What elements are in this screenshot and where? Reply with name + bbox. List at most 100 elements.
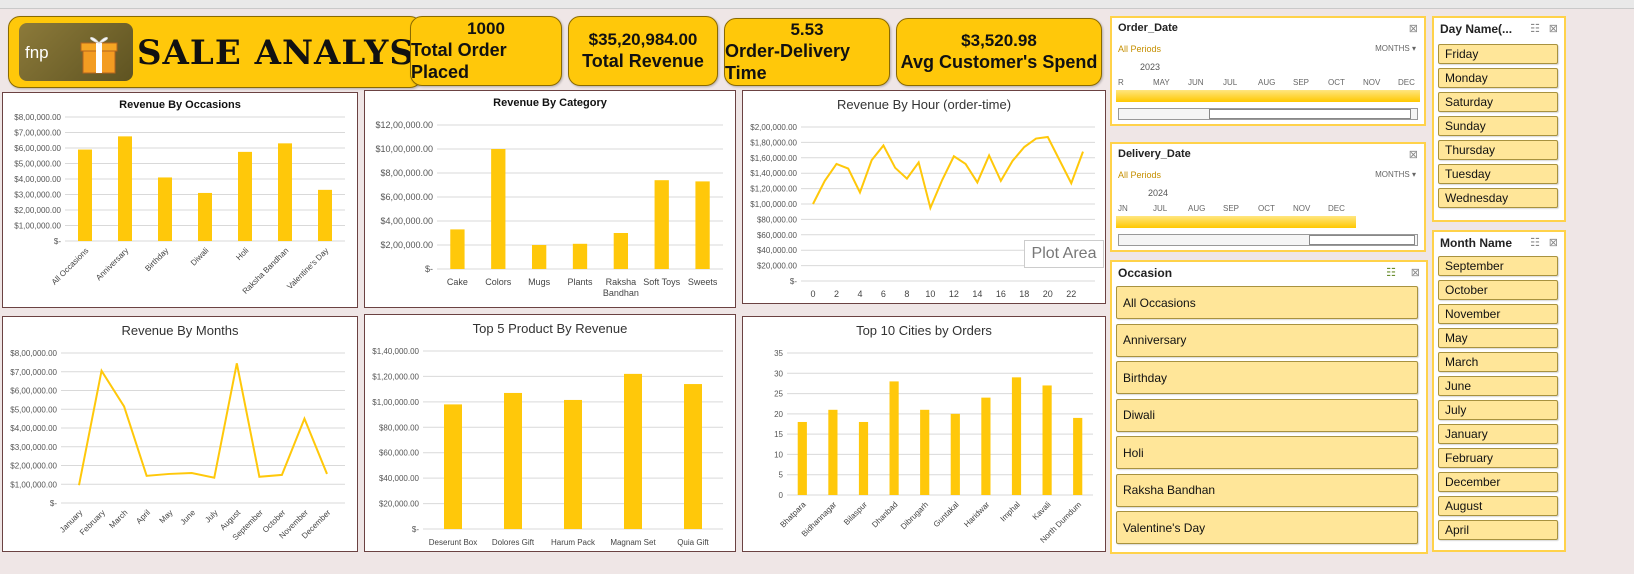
slicer-item[interactable]: March [1438,352,1558,372]
kpi-delivery-time: 5.53 Order-Delivery Time [724,18,890,86]
slicer-item[interactable]: Valentine's Day [1116,511,1418,544]
slicer-item[interactable]: Diwali [1116,398,1418,432]
slicer-occasion[interactable]: Occasion ☷ ⊠ All Occasions Anniversary Bir… [1110,260,1428,554]
x-tick-label: Bandhan [603,288,639,298]
chart-title: Revenue By Hour (order-time) [836,97,1012,112]
x-tick-label: Dibrugarh [899,500,930,531]
y-tick-label: $- [50,499,57,508]
timeline-month-label[interactable]: OCT [1258,204,1275,213]
slicer-item[interactable]: December [1438,472,1558,492]
timeline-level-select[interactable]: MONTHS ▾ [1375,44,1416,53]
timeline-month-label[interactable]: OCT [1328,78,1345,87]
slicer-item[interactable]: Friday [1438,44,1558,64]
scroll-thumb[interactable] [1209,109,1411,119]
bar [828,409,838,495]
timeline-month-label[interactable]: JUN [1188,78,1204,87]
slicer-item[interactable]: January [1438,424,1558,444]
slicer-item[interactable]: Monday [1438,68,1558,88]
y-tick-label: $1,40,000.00 [750,169,797,178]
logo-text: fnp [25,43,49,62]
timeline-order-date[interactable]: Order_Date ⊠ All Periods MONTHS ▾ 2023 R… [1110,16,1426,126]
timeline-month-label[interactable]: AUG [1188,204,1205,213]
timeline-month-label[interactable]: NOV [1363,78,1380,87]
slicer-item[interactable]: April [1438,520,1558,540]
slicer-item[interactable]: Holi [1116,436,1418,469]
y-tick-label: $6,00,000.00 [10,387,57,396]
x-tick-label: Dolores Gift [492,538,535,547]
slicer-day-name[interactable]: Day Name(... ☷ ⊠ Friday Monday Saturday Sun… [1432,16,1566,222]
timeline-month-label[interactable]: DEC [1398,78,1415,87]
slicer-item[interactable]: Anniversary [1116,323,1418,357]
multi-select-icon[interactable]: ☷ [1530,236,1540,249]
chart-top-cities[interactable]: Top 10 Cities by Orders 0 5 10 15 20 25 30 35 Bh… [742,316,1106,552]
slicer-item[interactable]: July [1438,400,1558,420]
x-tick-label: 10 [925,289,935,299]
x-tick-label: 22 [1066,289,1076,299]
clear-filter-icon[interactable]: ⊠ [1411,266,1420,279]
timeline-month-label[interactable]: SEP [1223,204,1239,213]
series-line [812,135,1084,211]
chart-revenue-by-category[interactable]: Revenue By Category $- $2,00,000.00 $4,00,… [364,90,736,308]
timeline-delivery-date[interactable]: Delivery_Date ⊠ All Periods MONTHS ▾ 202… [1110,142,1426,252]
timeline-periods[interactable]: All Periods [1118,170,1161,180]
kpi-label: Total Order Placed [411,40,507,82]
slicer-item[interactable]: Wednesday [1438,188,1558,208]
slicer-item[interactable]: Raksha Bandhan [1116,473,1418,507]
timeline-level-select[interactable]: MONTHS ▾ [1375,170,1416,179]
slicer-item[interactable]: September [1438,256,1558,276]
timeline-month-label[interactable]: NOV [1293,204,1310,213]
slicer-item[interactable]: All Occasions [1116,286,1418,319]
bar [695,181,710,269]
slicer-item[interactable]: Tuesday [1438,164,1558,184]
slicer-item[interactable]: October [1438,280,1558,300]
timeline-periods[interactable]: All Periods [1118,44,1161,54]
slicer-item[interactable]: August [1438,496,1558,516]
chart-canvas: $- $1,00,000.00 $2,00,000.00 $3,00,000.00 $4… [10,349,345,542]
bar [889,381,899,495]
slicer-item[interactable]: Birthday [1116,361,1418,394]
clear-filter-icon[interactable]: ⊠ [1409,148,1418,161]
slicer-item[interactable]: Sunday [1438,116,1558,136]
slicer-item[interactable]: Thursday [1438,140,1558,160]
slicer-month-name[interactable]: Month Name ☷ ⊠ September October November M… [1432,230,1566,552]
chart-revenue-by-months[interactable]: Revenue By Months $- $1,00,000.00 $2,00,00… [2,316,358,552]
multi-select-icon[interactable]: ☷ [1386,266,1396,279]
chart-revenue-by-hour[interactable]: Revenue By Hour (order-time) $- $20,000.0… [742,90,1106,304]
chart-title: Revenue By Category [493,97,607,109]
x-tick-label: Bilaspur [842,500,869,527]
slicer-item[interactable]: June [1438,376,1558,396]
timeline-month-row: JN JUL AUG SEP OCT NOV DEC [1118,204,1418,214]
clear-filter-icon[interactable]: ⊠ [1549,236,1558,249]
chart-top-products[interactable]: Top 5 Product By Revenue $- $20,000.00 $40… [364,314,736,552]
timeline-month-label[interactable]: JN [1118,204,1128,213]
slicer-item[interactable]: May [1438,328,1558,348]
y-tick-label: $2,00,000.00 [10,462,57,471]
y-tick-label: $1,60,000.00 [750,154,797,163]
slicer-item[interactable]: November [1438,304,1558,324]
timeline-month-label[interactable]: AUG [1258,78,1275,87]
scroll-thumb[interactable] [1309,235,1415,245]
timeline-scrollbar[interactable] [1118,234,1418,246]
y-tick-label: $20,000.00 [757,262,798,271]
timeline-month-label[interactable]: SEP [1293,78,1309,87]
timeline-month-label[interactable]: JUL [1223,78,1237,87]
x-tick-label: Bhatpara [778,500,808,530]
clear-filter-icon[interactable]: ⊠ [1549,22,1558,35]
clear-filter-icon[interactable]: ⊠ [1409,22,1418,35]
chart-revenue-by-occasions[interactable]: Revenue By Occasions $- $1,00,000.00 $2,00… [2,92,358,308]
timeline-month-label[interactable]: MAY [1153,78,1170,87]
timeline-month-label[interactable]: JUL [1153,204,1167,213]
slicer-item[interactable]: February [1438,448,1558,468]
timeline-scrollbar[interactable] [1118,108,1418,120]
multi-select-icon[interactable]: ☷ [1530,22,1540,35]
timeline-selection-bar[interactable] [1116,216,1356,228]
timeline-month-label[interactable]: R [1118,78,1124,87]
slicer-title: Day Name(... [1440,22,1513,36]
x-tick-label: 8 [904,289,909,299]
y-tick-label: $10,00,000.00 [375,144,433,154]
timeline-selection-bar[interactable] [1116,90,1420,102]
y-tick-label: 15 [774,430,783,439]
timeline-month-label[interactable]: DEC [1328,204,1345,213]
slicer-item[interactable]: Saturday [1438,92,1558,112]
bar [797,421,807,495]
